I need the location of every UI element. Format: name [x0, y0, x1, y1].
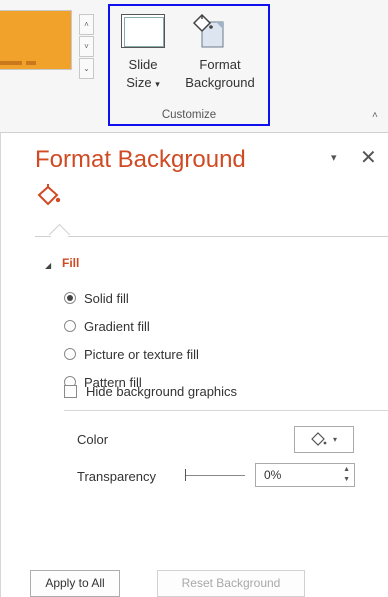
- format-background-label: Background: [185, 75, 255, 90]
- slide-size-icon[interactable]: [121, 14, 165, 48]
- chevron-down-icon: ▾: [155, 79, 160, 89]
- format-background-icon[interactable]: [188, 14, 226, 48]
- pane-options-dropdown[interactable]: ▾: [331, 151, 337, 164]
- ribbon-divider: [0, 132, 388, 133]
- gallery-scroll: ˄ ˅ ⌄: [79, 14, 94, 80]
- gallery-more-button[interactable]: ⌄: [79, 58, 94, 79]
- hide-background-graphics-option[interactable]: Hide background graphics: [64, 382, 237, 400]
- section-divider: [64, 410, 388, 411]
- close-icon[interactable]: ✕: [360, 145, 377, 170]
- solid-fill-option[interactable]: Solid fill: [64, 289, 129, 307]
- solid-fill-label: Solid fill: [84, 290, 129, 306]
- theme-accent-bar: [26, 61, 36, 65]
- transparency-slider[interactable]: [185, 469, 245, 481]
- customize-group-label: Customize: [161, 109, 217, 121]
- slide-size-button[interactable]: Slide Size ▾: [118, 56, 168, 93]
- format-background-label: Format: [199, 57, 241, 72]
- slider-thumb[interactable]: [185, 469, 186, 481]
- slide-size-label: Slide: [128, 57, 158, 72]
- format-background-button[interactable]: Format Background: [178, 56, 262, 92]
- apply-to-all-button[interactable]: Apply to All: [30, 570, 120, 597]
- transparency-spinner[interactable]: 0% ▲ ▼: [255, 463, 355, 487]
- hide-background-graphics-label: Hide background graphics: [86, 383, 238, 399]
- gallery-scroll-down-button[interactable]: ˅: [79, 36, 94, 57]
- slide-size-label: Size: [126, 75, 152, 90]
- gradient-fill-radio[interactable]: [64, 320, 76, 332]
- reset-background-button[interactable]: Reset Background: [157, 570, 305, 597]
- hide-background-graphics-checkbox[interactable]: [64, 384, 77, 398]
- tab-divider: [35, 236, 388, 237]
- picture-fill-label: Picture or texture fill: [84, 346, 199, 362]
- picture-fill-option[interactable]: Picture or texture fill: [64, 345, 199, 363]
- gallery-scroll-up-button[interactable]: ˄: [79, 14, 94, 35]
- color-picker-button[interactable]: ▾: [294, 426, 354, 453]
- gradient-fill-option[interactable]: Gradient fill: [64, 317, 150, 335]
- gradient-fill-label: Gradient fill: [84, 318, 150, 334]
- ribbon: ˄ ˅ ⌄ Slide Size ▾ Format Background Cus…: [0, 0, 388, 133]
- spin-up-button[interactable]: ▲: [343, 465, 350, 475]
- tab-indicator: [48, 223, 71, 246]
- transparency-value[interactable]: 0%: [264, 468, 281, 482]
- picture-fill-radio[interactable]: [64, 348, 76, 360]
- collapse-ribbon-button[interactable]: ˄: [372, 110, 378, 121]
- color-label: Color: [77, 432, 109, 447]
- solid-fill-radio[interactable]: [64, 292, 76, 304]
- chevron-down-icon: ▾: [332, 435, 337, 444]
- pane-left-edge: [0, 133, 1, 597]
- fill-section-header[interactable]: Fill: [62, 256, 79, 270]
- fill-tab-icon[interactable]: [36, 184, 62, 208]
- spin-down-button[interactable]: ▼: [343, 475, 350, 485]
- collapse-triangle-icon[interactable]: ◢: [45, 261, 51, 270]
- slider-track: [185, 475, 245, 476]
- theme-thumbnail[interactable]: [0, 10, 72, 70]
- pane-title: Format Background: [35, 146, 246, 173]
- paint-bucket-icon: [311, 432, 327, 446]
- transparency-label: Transparency: [77, 469, 156, 484]
- theme-accent-bar: [0, 61, 22, 65]
